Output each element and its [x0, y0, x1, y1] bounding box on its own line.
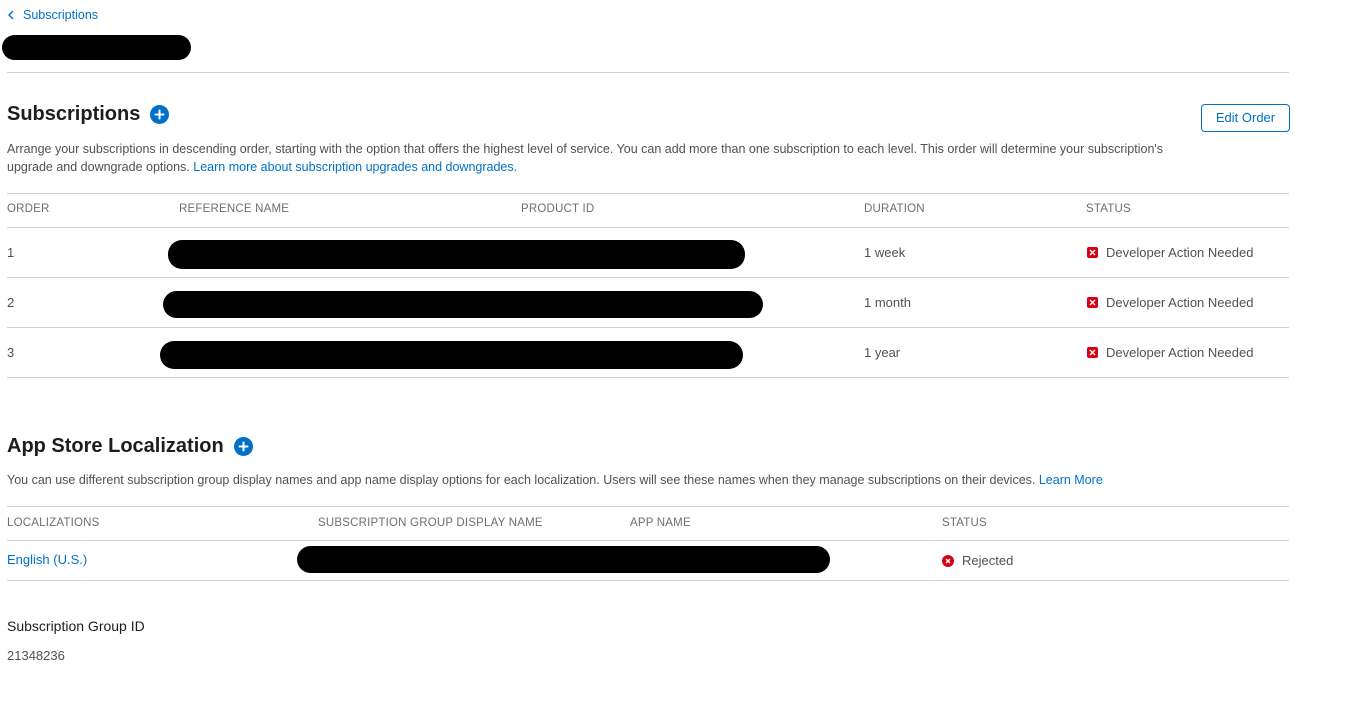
col-header-duration: DURATION	[864, 203, 925, 215]
row-1-duration: 1 week	[864, 245, 906, 260]
localization-status: Rejected	[942, 553, 1013, 568]
plus-icon	[238, 441, 249, 452]
x-square-icon	[1087, 347, 1098, 358]
subscriptions-heading: Subscriptions	[7, 103, 170, 126]
subscriptions-header-rule	[7, 227, 1289, 228]
x-square-icon	[1087, 297, 1098, 308]
subscriptions-description-text: Arrange your subscriptions in descending…	[7, 142, 1164, 174]
localization-status-label: Rejected	[962, 553, 1014, 568]
localization-row-divider	[7, 580, 1289, 581]
add-localization-button[interactable]	[233, 437, 253, 456]
localization-english-us-link[interactable]: English (U.S.)	[7, 552, 87, 567]
localization-title: App Store Localization	[7, 435, 224, 457]
row-1-status: Developer Action Needed	[1087, 245, 1253, 260]
redacted-row-2-name-product[interactable]	[163, 291, 763, 318]
localization-description: You can use different subscription group…	[7, 471, 1287, 489]
redacted-row-3-name-product[interactable]	[160, 341, 743, 369]
localization-description-text: You can use different subscription group…	[7, 473, 1036, 487]
add-subscription-button[interactable]	[150, 105, 170, 124]
row-2-status-label: Developer Action Needed	[1106, 295, 1254, 310]
row-2-order: 2	[7, 295, 15, 310]
localization-table-top-rule	[7, 506, 1289, 507]
row-3-divider	[7, 377, 1289, 378]
localization-heading: App Store Localization	[7, 435, 253, 458]
redacted-group-name	[2, 35, 191, 60]
row-2-divider	[7, 327, 1289, 328]
back-link-label: Subscriptions	[23, 8, 99, 22]
redacted-display-name-app-name	[297, 546, 830, 573]
row-1-order: 1	[7, 245, 15, 260]
row-3-status-label: Developer Action Needed	[1106, 345, 1254, 360]
col-header-localizations: LOCALIZATIONS	[7, 517, 100, 529]
row-2-status: Developer Action Needed	[1087, 295, 1253, 310]
back-link-subscriptions[interactable]: Subscriptions	[8, 8, 98, 22]
learn-more-upgrades-link[interactable]: Learn more about subscription upgrades a…	[193, 160, 517, 174]
plus-icon	[154, 109, 165, 120]
col-header-group-display-name: SUBSCRIPTION GROUP DISPLAY NAME	[318, 517, 543, 529]
col-header-product-id: PRODUCT ID	[521, 203, 595, 215]
edit-order-button[interactable]: Edit Order	[1201, 104, 1290, 132]
row-3-status: Developer Action Needed	[1087, 345, 1253, 360]
row-3-order: 3	[7, 345, 15, 360]
col-header-order: ORDER	[7, 203, 50, 215]
localization-header-rule	[7, 540, 1289, 541]
header-divider	[7, 72, 1289, 73]
col-header-loc-status: STATUS	[942, 517, 987, 529]
row-3-duration: 1 year	[864, 345, 901, 360]
subscriptions-description: Arrange your subscriptions in descending…	[7, 140, 1187, 176]
row-1-status-label: Developer Action Needed	[1106, 245, 1254, 260]
col-header-reference-name: REFERENCE NAME	[179, 203, 290, 215]
redacted-row-1-name-product[interactable]	[168, 240, 745, 269]
chevron-left-icon	[8, 10, 14, 20]
col-header-status: STATUS	[1086, 203, 1131, 215]
learn-more-localization-link[interactable]: Learn More	[1039, 473, 1103, 487]
col-header-app-name: APP NAME	[630, 517, 691, 529]
subscription-group-id-value: 21348236	[7, 648, 65, 663]
subscriptions-title: Subscriptions	[7, 103, 141, 125]
row-1-divider	[7, 277, 1289, 278]
subscription-group-id-label: Subscription Group ID	[7, 618, 145, 634]
row-2-duration: 1 month	[864, 295, 911, 310]
subscriptions-table-top-rule	[7, 193, 1289, 194]
x-circle-icon	[942, 554, 954, 567]
x-square-icon	[1087, 247, 1098, 258]
